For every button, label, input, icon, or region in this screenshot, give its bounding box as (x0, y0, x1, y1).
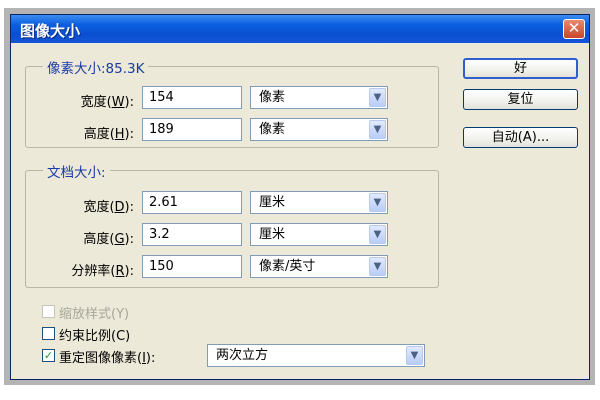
auto-button[interactable]: 自动(A)... (463, 127, 578, 148)
check-icon: ✓ (43, 349, 54, 362)
chevron-down-icon[interactable]: ▼ (369, 120, 386, 139)
ok-button[interactable]: 好 (463, 58, 578, 79)
pixel-width-unit: 像素 (259, 90, 286, 105)
constrain-proportions-label: 约束比例(C) (59, 329, 131, 344)
chevron-down-icon[interactable]: ▼ (369, 193, 386, 212)
doc-height-unit-select[interactable]: 厘米 ▼ (250, 223, 388, 246)
chevron-down-icon[interactable]: ▼ (369, 88, 386, 107)
doc-height-input[interactable]: 3.2 (142, 223, 242, 246)
doc-width-unit-select[interactable]: 厘米 ▼ (250, 191, 388, 214)
pixel-height-input[interactable]: 189 (142, 118, 242, 141)
pixel-height-unit-select[interactable]: 像素 ▼ (250, 118, 388, 141)
resolution-label: 分辨率(R): (71, 264, 134, 279)
scale-styles-label: 缩放样式(Y) (59, 307, 130, 322)
close-icon: ✕ (567, 19, 581, 37)
resample-checkbox[interactable]: ✓ (42, 349, 55, 362)
constrain-proportions-checkbox[interactable] (42, 327, 55, 340)
resolution-unit-select[interactable]: 像素/英寸 ▼ (250, 255, 388, 278)
resolution-input[interactable]: 150 (142, 255, 242, 278)
doc-width-input[interactable]: 2.61 (142, 191, 242, 214)
chevron-down-icon[interactable]: ▼ (369, 257, 386, 276)
pixel-width-label: 宽度(W): (80, 95, 134, 110)
document-size-legend: 文档大小: (43, 161, 110, 181)
doc-width-unit: 厘米 (259, 195, 286, 210)
chevron-down-icon[interactable]: ▼ (369, 225, 386, 244)
resample-method-select[interactable]: 两次立方 ▼ (207, 344, 425, 367)
resolution-unit: 像素/英寸 (259, 259, 316, 274)
dialog-title: 图像大小 (20, 22, 81, 40)
scale-styles-checkbox[interactable] (42, 305, 55, 318)
pixel-width-input[interactable]: 154 (142, 86, 242, 109)
pixel-height-unit: 像素 (259, 122, 286, 137)
chevron-down-icon[interactable]: ▼ (406, 346, 423, 365)
close-button[interactable]: ✕ (563, 19, 585, 39)
doc-height-label: 高度(G): (83, 232, 134, 247)
resample-label: 重定图像像素(I): (59, 351, 156, 366)
pixel-width-unit-select[interactable]: 像素 ▼ (250, 86, 388, 109)
pixel-dimensions-legend: 像素大小:85.3K (43, 57, 149, 77)
pixel-height-label: 高度(H): (83, 127, 134, 142)
reset-button[interactable]: 复位 (463, 89, 578, 110)
title-bar[interactable]: 图像大小 ✕ (11, 15, 589, 43)
image-size-dialog: 图像大小 ✕ 像素大小:85.3K 宽度(W): 154 像素 ▼ 高度(H):… (10, 14, 590, 380)
doc-width-label: 宽度(D): (83, 200, 134, 215)
doc-height-unit: 厘米 (259, 227, 286, 242)
resample-method-value: 两次立方 (216, 348, 269, 363)
